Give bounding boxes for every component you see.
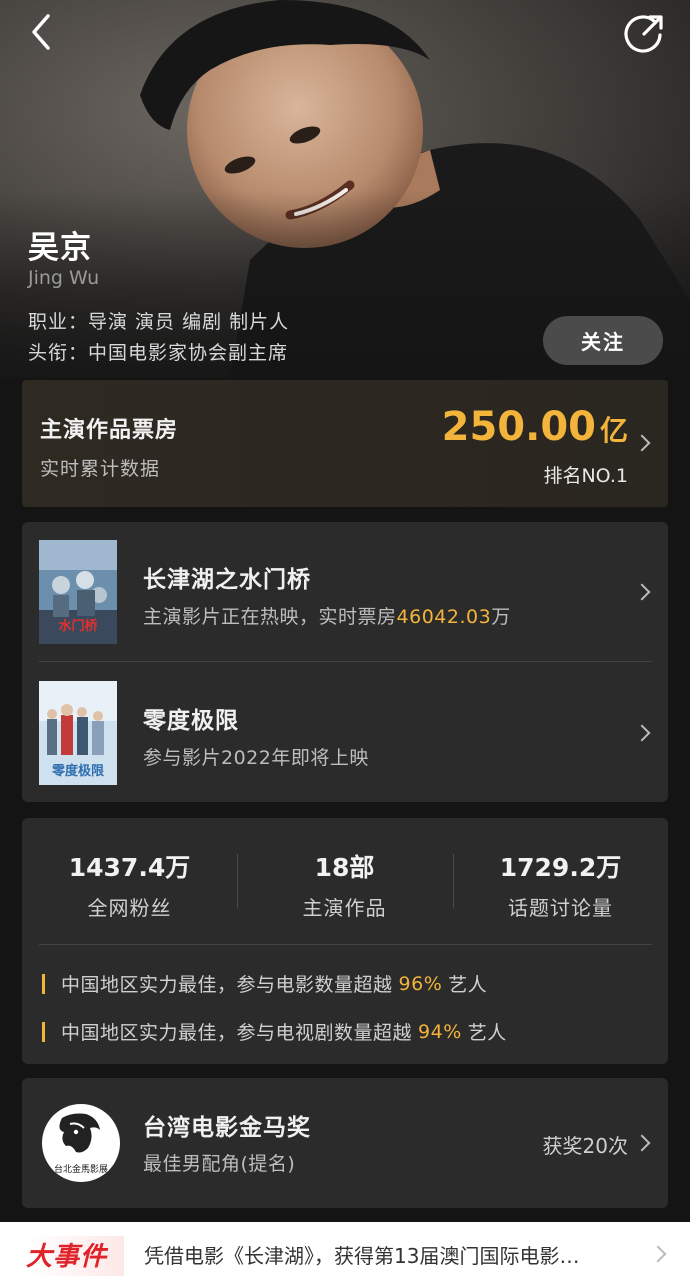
- movies-card: 水门桥 长津湖之水门桥 主演影片正在热映，实时票房46042.03万 零度极限: [22, 522, 668, 802]
- award-title: 台湾电影金马奖: [143, 1115, 311, 1141]
- stat-label: 全网粉丝: [87, 896, 172, 920]
- highlight-percent: 94%: [418, 1020, 462, 1043]
- title-line: 头衔：中国电影家协会副主席: [28, 342, 289, 364]
- actor-name: 吴京: [28, 230, 92, 266]
- event-text: 凭借电影《长津湖》，获得第13届澳门国际电影…: [144, 1244, 580, 1268]
- event-banner[interactable]: 大事件 凭借电影《长津湖》，获得第13届澳门国际电影…: [0, 1222, 690, 1286]
- movie-item[interactable]: 水门桥 长津湖之水门桥 主演影片正在热映，实时票房46042.03万: [22, 522, 668, 662]
- actor-hero: 吴京 Jing Wu 职业：导演 演员 编剧 制片人 头衔：中国电影家协会副主席…: [0, 0, 690, 378]
- accent-bar: [42, 973, 45, 994]
- stat-value: 1729.2万: [499, 853, 622, 882]
- box-office-subtitle: 实时累计数据: [40, 458, 161, 480]
- event-tag: 大事件: [26, 1236, 124, 1276]
- highlight-percent: 96%: [398, 972, 443, 995]
- chevron-right-icon: [649, 1245, 667, 1263]
- share-button[interactable]: [624, 12, 666, 54]
- actor-name-en: Jing Wu: [28, 267, 100, 289]
- movie-poster: 零度极限: [39, 681, 117, 785]
- accent-bar: [42, 1021, 45, 1042]
- box-office-value: 250.00 亿: [442, 404, 628, 450]
- box-office-card[interactable]: 主演作品票房 实时累计数据 250.00 亿 排名NO.1: [22, 380, 668, 507]
- award-subtitle: 最佳男配角(提名): [143, 1153, 296, 1175]
- movie-poster: 水门桥: [39, 540, 117, 644]
- movie-item[interactable]: 零度极限 零度极限 参与影片2022年即将上映: [22, 663, 668, 803]
- divider: [39, 944, 652, 945]
- stat-value: 18部: [314, 853, 375, 882]
- share-icon: [624, 15, 663, 53]
- stat-label: 主演作品: [302, 896, 387, 920]
- profession-line: 职业：导演 演员 编剧 制片人: [28, 311, 290, 333]
- award-count: 获奖20次: [542, 1134, 628, 1158]
- movie-title: 长津湖之水门桥: [143, 567, 311, 593]
- stat-label: 话题讨论量: [508, 896, 613, 920]
- back-button[interactable]: [22, 12, 62, 52]
- follow-button[interactable]: 关注: [543, 316, 663, 365]
- chevron-right-icon: [633, 1134, 651, 1152]
- chevron-right-icon: [633, 724, 651, 742]
- chevron-left-icon: [32, 14, 50, 50]
- golden-horse-logo: 台北金馬影展: [42, 1104, 120, 1182]
- movie-box-office: 46042.03: [396, 606, 492, 628]
- chevron-right-icon: [633, 434, 651, 452]
- svg-text:零度极限: 零度极限: [51, 763, 105, 779]
- movie-title: 零度极限: [143, 708, 239, 734]
- stat-works: 18部 主演作品: [237, 848, 452, 921]
- stat-discussion: 1729.2万 话题讨论量: [453, 848, 668, 921]
- stats-card: 1437.4万 全网粉丝 18部 主演作品 1729.2万 话题讨论量 中国地区…: [22, 818, 668, 1064]
- divider: [39, 661, 652, 662]
- award-card[interactable]: 台北金馬影展 台湾电影金马奖 最佳男配角(提名) 获奖20次: [22, 1078, 668, 1208]
- movie-subtitle: 主演影片正在热映，实时票房46042.03万: [143, 606, 511, 628]
- stat-fans: 1437.4万 全网粉丝: [22, 848, 237, 921]
- movie-subtitle: 参与影片2022年即将上映: [143, 747, 369, 769]
- box-office-rank: 排名NO.1: [543, 465, 628, 487]
- highlight-item: 中国地区实力最佳，参与电视剧数量超越 94% 艺人: [42, 1018, 507, 1045]
- highlight-item: 中国地区实力最佳，参与电影数量超越 96% 艺人: [42, 970, 487, 997]
- stat-value: 1437.4万: [68, 853, 191, 882]
- box-office-title: 主演作品票房: [40, 418, 179, 443]
- svg-text:台北金馬影展: 台北金馬影展: [54, 1163, 108, 1175]
- box-office-unit: 亿: [599, 414, 628, 447]
- box-office-number: 250.00: [441, 404, 596, 450]
- chevron-right-icon: [633, 583, 651, 601]
- svg-text:水门桥: 水门桥: [58, 618, 98, 634]
